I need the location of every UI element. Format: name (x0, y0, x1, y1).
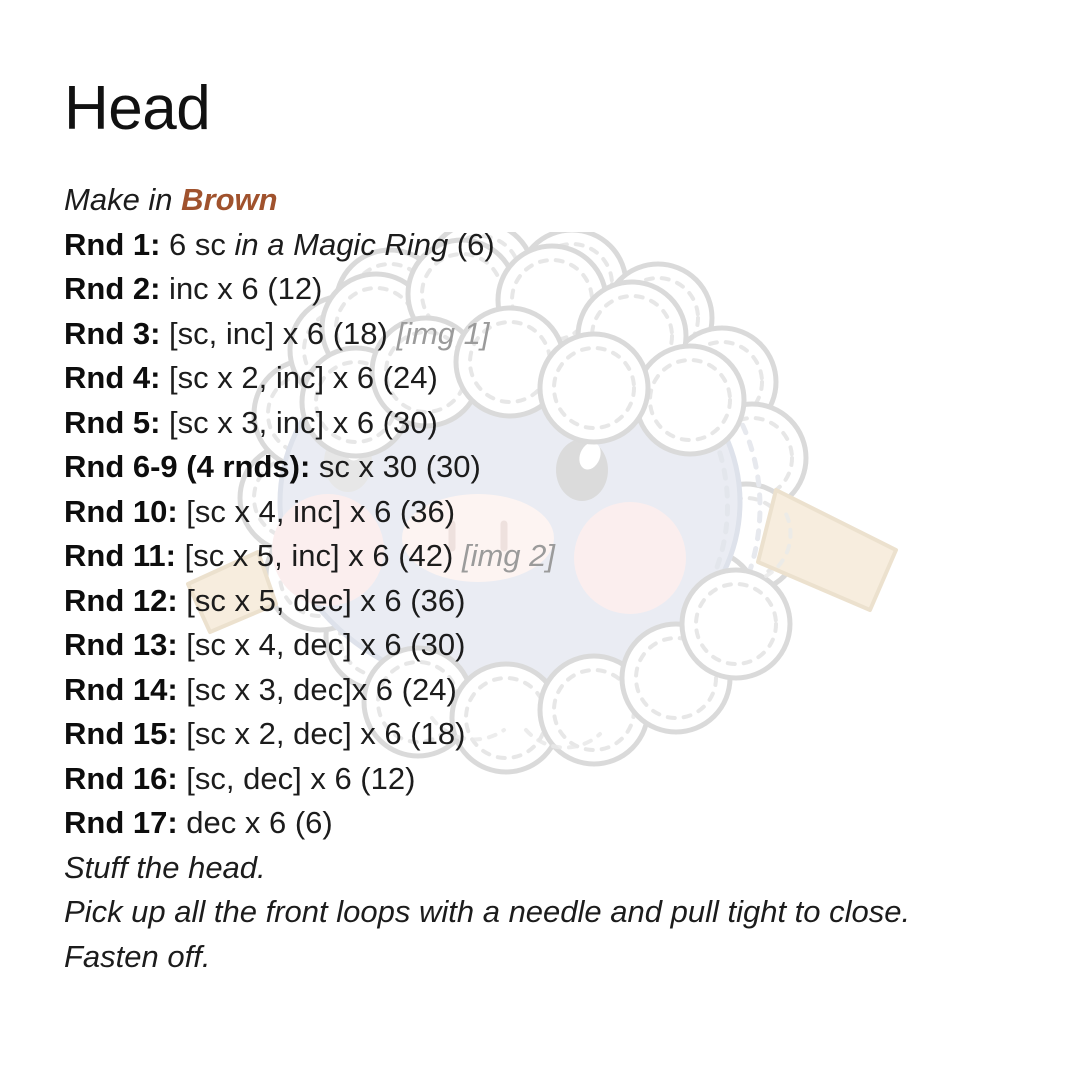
round-line: Rnd 6-9 (4 rnds): sc x 30 (30) (64, 445, 1064, 490)
round-label: Rnd 15: (64, 716, 178, 751)
round-label: Rnd 6-9 (4 rnds): (64, 449, 311, 484)
rounds-list: Rnd 1: 6 sc in a Magic Ring (6) Rnd 2: in… (64, 223, 1064, 846)
round-line: Rnd 3: [sc, inc] x 6 (18) [img 1] (64, 312, 1064, 357)
round-line: Rnd 13: [sc x 4, dec] x 6 (30) (64, 623, 1064, 668)
image-reference: [img 2] (461, 538, 555, 573)
closing-notes-list: Stuff the head. Pick up all the front loo… (64, 846, 1064, 980)
round-label: Rnd 12: (64, 582, 178, 618)
make-in-line: Make in Brown (64, 178, 1064, 223)
round-instruction: 6 sc (160, 226, 235, 262)
pattern-instructions: Make in Brown Rnd 1: 6 sc in a Magic Rin… (64, 178, 1064, 979)
round-label: Rnd 17: (64, 805, 178, 840)
closing-note-line: Pick up all the front loops with a needl… (64, 894, 911, 929)
round-instruction: [sc x 3, inc] x 6 (30) (160, 404, 438, 440)
round-instruction-emphasis: in a Magic Ring (234, 226, 449, 262)
round-label: Rnd 5: (64, 404, 161, 440)
round-label: Rnd 14: (64, 671, 178, 707)
round-instruction: dec x 6 (6) (177, 805, 333, 840)
round-line: Rnd 15: [sc x 2, dec] x 6 (18) (64, 712, 1064, 757)
image-reference: [img 1] (396, 315, 490, 351)
round-label: Rnd 2: (64, 271, 161, 306)
closing-note-line: Stuff the head. (64, 849, 266, 885)
yarn-color-name: Brown (181, 182, 278, 217)
round-line: Rnd 11: [sc x 5, inc] x 6 (42) [img 2] (64, 534, 1064, 579)
round-line: Rnd 5: [sc x 3, inc] x 6 (30) (64, 401, 1064, 446)
round-instruction: [sc x 3, dec]x 6 (24) (177, 671, 457, 707)
round-label: Rnd 10: (64, 493, 178, 529)
round-line: Rnd 4: [sc x 2, inc] x 6 (24) (64, 356, 1064, 401)
round-instruction: inc x 6 (12) (160, 271, 323, 306)
round-line: Rnd 14: [sc x 3, dec]x 6 (24) (64, 668, 1064, 713)
round-instruction: [sc x 2, inc] x 6 (24) (160, 360, 438, 395)
round-line: Rnd 16: [sc, dec] x 6 (12) (64, 757, 1064, 802)
page-title: Head (64, 74, 211, 143)
make-in-prefix: Make in (64, 182, 182, 217)
round-instruction: sc x 30 (30) (310, 449, 481, 484)
round-line: Rnd 17: dec x 6 (6) (64, 801, 1064, 846)
round-stitch-count: (6) (448, 226, 495, 262)
round-label: Rnd 4: (64, 360, 161, 395)
pattern-content: Head Make in Brown Rnd 1: 6 sc in a Magi… (64, 0, 1064, 979)
round-line: Rnd 12: [sc x 5, dec] x 6 (36) (64, 579, 1064, 624)
round-instruction: [sc x 5, inc] x 6 (42) (175, 538, 462, 573)
round-label: Rnd 13: (64, 627, 178, 662)
round-instruction: [sc, dec] x 6 (12) (177, 760, 416, 796)
closing-note-line: Fasten off. (64, 938, 211, 974)
round-instruction: [sc x 5, dec] x 6 (36) (177, 582, 466, 618)
round-line: Rnd 1: 6 sc in a Magic Ring (6) (64, 223, 1064, 268)
round-instruction: [sc x 4, dec] x 6 (30) (177, 627, 466, 662)
round-label: Rnd 1: (64, 226, 161, 262)
round-instruction: [sc x 4, inc] x 6 (36) (177, 493, 456, 529)
round-label: Rnd 3: (64, 315, 161, 351)
round-instruction: [sc, inc] x 6 (18) (160, 315, 397, 351)
round-label: Rnd 16: (64, 760, 178, 796)
pattern-page: Head Make in Brown Rnd 1: 6 sc in a Magi… (0, 0, 1080, 1080)
round-instruction: [sc x 2, dec] x 6 (18) (177, 716, 466, 751)
round-line: Rnd 2: inc x 6 (12) (64, 267, 1064, 312)
round-line: Rnd 10: [sc x 4, inc] x 6 (36) (64, 490, 1064, 535)
round-label: Rnd 11: (64, 538, 176, 573)
